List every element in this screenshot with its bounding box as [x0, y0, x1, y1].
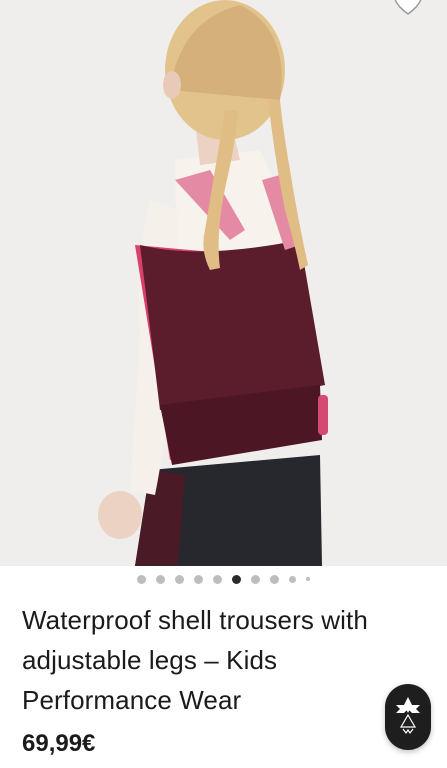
product-title: Waterproof shell trousers with adjustabl… [22, 605, 368, 715]
gallery-dot[interactable] [213, 574, 222, 584]
gallery-dot[interactable] [175, 574, 184, 584]
gallery-dot[interactable] [194, 574, 203, 584]
product-photo [0, 0, 447, 566]
gallery-dot[interactable] [289, 575, 296, 583]
gallery-dot[interactable] [270, 574, 279, 584]
gallery-pagination[interactable] [0, 566, 447, 592]
gallery-dot[interactable] [251, 574, 260, 584]
brand-logo-icon [393, 693, 423, 742]
brand-button[interactable] [385, 684, 431, 750]
gallery-dot[interactable] [306, 577, 310, 581]
product-image[interactable] [0, 0, 447, 566]
heart-outline-icon [392, 0, 424, 16]
favorite-button[interactable] [391, 0, 425, 18]
product-price: 69,99€ [22, 730, 96, 757]
gallery-dot-active[interactable] [232, 574, 241, 584]
gallery-dot[interactable] [156, 574, 165, 584]
gallery-dot[interactable] [137, 574, 146, 584]
